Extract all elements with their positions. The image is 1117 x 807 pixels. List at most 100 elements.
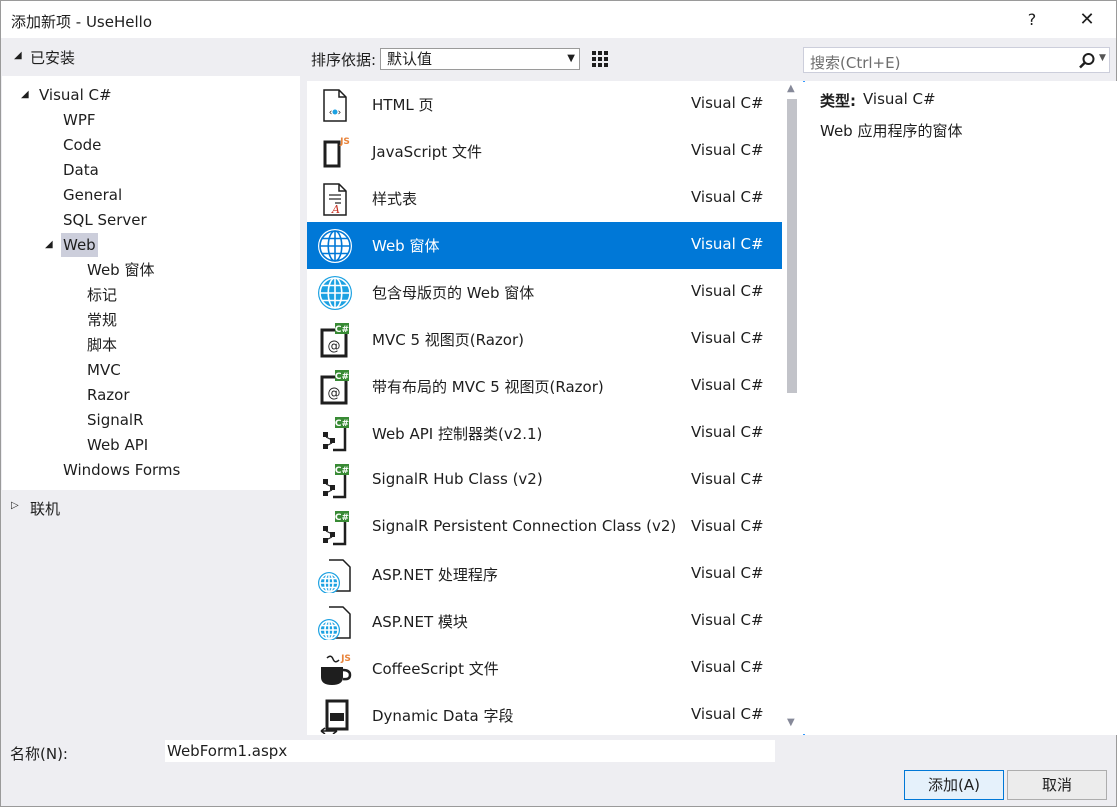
tree-item[interactable]: SQL Server (63, 208, 147, 232)
list-item[interactable]: C# SignalR Persistent Connection Class (v… (307, 504, 782, 551)
tree-item[interactable]: Code (63, 133, 101, 157)
tree-expand-arrow-icon[interactable]: ◢ (21, 83, 29, 107)
list-item[interactable]: C# Web API 控制器类(v2.1) Visual C# (307, 410, 782, 457)
item-name: CoffeeScript 文件 (372, 660, 499, 678)
window-title: 添加新项 - UseHello (11, 13, 152, 31)
tree-item[interactable]: WPF (63, 108, 96, 132)
svg-text:JS: JS (339, 137, 350, 147)
item-name: Web 窗体 (372, 237, 440, 255)
svg-text:C#: C# (335, 419, 349, 429)
search-icon[interactable] (1077, 51, 1097, 71)
item-type: Visual C# (691, 658, 764, 676)
template-tree: ◢ Visual C# WPF Code Data General SQL Server ◢ W… (2, 76, 300, 490)
item-name: SignalR Hub Class (v2) (372, 470, 543, 488)
tree-item[interactable]: Web (61, 233, 98, 257)
list-item[interactable]: A 样式表 Visual C# (307, 175, 782, 222)
item-type: Visual C# (691, 611, 764, 629)
tree-item[interactable]: 常规 (87, 308, 117, 332)
item-name: MVC 5 视图页(Razor) (372, 331, 524, 349)
svg-text:A: A (331, 203, 340, 216)
online-section: ▷ 联机 (2, 490, 300, 736)
tree-item[interactable]: 脚本 (87, 333, 117, 357)
installed-header[interactable]: ◢ 已安装 (2, 38, 300, 76)
item-type: Visual C# (691, 282, 764, 300)
csharp-class-icon: C# (323, 511, 349, 546)
item-type: Visual C# (691, 188, 764, 206)
item-description: Web 应用程序的窗体 (820, 122, 963, 140)
list-item[interactable]: JS CoffeeScript 文件 Visual C# (307, 645, 782, 692)
list-item[interactable]: ASP.NET 模块 Visual C# (307, 598, 782, 645)
installed-label: 已安装 (30, 49, 76, 67)
type-label: 类型: (820, 92, 856, 110)
list-item[interactable]: ASP.NET 处理程序 Visual C# (307, 551, 782, 598)
scroll-up-icon[interactable]: ▲ (787, 83, 795, 94)
help-button[interactable]: ? (1009, 1, 1055, 39)
item-type: Visual C# (691, 423, 764, 441)
tree-item[interactable]: Data (63, 158, 99, 182)
item-name: Web API 控制器类(v2.1) (372, 425, 543, 443)
add-button[interactable]: 添加(A) (904, 770, 1004, 800)
csharp-class-icon: C# (323, 417, 349, 452)
list-item[interactable]: JS JavaScript 文件 Visual C# (307, 128, 782, 175)
search-options-chevron-icon[interactable]: ▼ (1099, 53, 1106, 63)
item-name: Dynamic Data 字段 (372, 707, 514, 725)
item-name: ASP.NET 模块 (372, 613, 468, 631)
expand-arrow-icon[interactable]: ▷ (11, 500, 19, 511)
title-bar: 添加新项 - UseHello ? ✕ (0, 0, 1117, 38)
list-item[interactable]: Web 窗体 Visual C# (307, 222, 782, 269)
tree-item[interactable]: MVC (87, 358, 121, 382)
name-field[interactable] (165, 740, 775, 762)
svg-text:@: @ (328, 386, 341, 401)
tree-item[interactable]: Razor (87, 383, 130, 407)
sort-value: 默认值 (387, 50, 433, 68)
svg-text:C#: C# (335, 325, 349, 335)
list-item[interactable]: 包含母版页的 Web 窗体 Visual C# (307, 269, 782, 316)
dynamic-data-icon (320, 699, 349, 734)
item-name: 带有布局的 MVC 5 视图页(Razor) (372, 378, 604, 396)
stylesheet-icon: A (323, 183, 347, 216)
list-item[interactable]: @ C# MVC 5 视图页(Razor) Visual C# (307, 316, 782, 363)
list-item[interactable]: ‹•› HTML 页 Visual C# (307, 81, 782, 128)
list-scrollbar[interactable]: ▲ ▼ (782, 81, 803, 735)
tree-item[interactable]: Web API (87, 433, 148, 457)
item-name: 样式表 (372, 190, 418, 208)
grid-icon (592, 51, 608, 67)
tree-item[interactable]: Windows Forms (63, 458, 180, 482)
javascript-file-icon: JS (323, 137, 350, 168)
template-list: ‹•› HTML 页 Visual C# JS JavaScript 文件 Visual … (307, 81, 782, 735)
item-type: Visual C# (691, 705, 764, 723)
tree-item[interactable]: 标记 (87, 283, 117, 307)
svg-text:C#: C# (335, 372, 349, 382)
search-input[interactable]: 搜索(Ctrl+E) ▼ (803, 47, 1110, 73)
item-type: Visual C# (691, 329, 764, 347)
aspnet-globe-file-icon (318, 606, 351, 640)
sort-dropdown[interactable]: 默认值 ▼ (380, 48, 580, 70)
tree-item[interactable]: Web 窗体 (87, 258, 154, 282)
scroll-down-icon[interactable]: ▼ (787, 717, 795, 728)
tree-item[interactable]: SignalR (87, 408, 144, 432)
small-icons-view-button[interactable] (587, 46, 614, 73)
item-type: Visual C# (691, 470, 764, 488)
tree-expand-arrow-icon[interactable]: ◢ (45, 233, 53, 257)
razor-view-icon: @ C# (320, 323, 349, 358)
list-item[interactable]: @ C# 带有布局的 MVC 5 视图页(Razor) Visual C# (307, 363, 782, 410)
scroll-thumb[interactable] (787, 99, 797, 393)
type-value: Visual C# (863, 90, 936, 108)
coffeescript-icon: JS (321, 654, 352, 685)
list-item[interactable]: C# SignalR Hub Class (v2) Visual C# (307, 457, 782, 504)
svg-text:@: @ (328, 339, 341, 354)
item-name: SignalR Persistent Connection Class (v2) (372, 517, 677, 535)
tree-item[interactable]: General (63, 183, 122, 207)
item-type: Visual C# (691, 376, 764, 394)
svg-text:C#: C# (335, 513, 349, 523)
cancel-button[interactable]: 取消 (1007, 770, 1107, 800)
tree-item[interactable]: Visual C# (39, 83, 112, 107)
online-label[interactable]: 联机 (30, 498, 60, 519)
list-item[interactable]: Dynamic Data 字段 Visual C# (307, 692, 782, 735)
item-type: Visual C# (691, 141, 764, 159)
item-name: ASP.NET 处理程序 (372, 566, 498, 584)
close-button[interactable]: ✕ (1063, 1, 1111, 39)
item-name: JavaScript 文件 (372, 143, 482, 161)
item-type: Visual C# (691, 235, 764, 253)
sort-label: 排序依据: (311, 51, 377, 69)
